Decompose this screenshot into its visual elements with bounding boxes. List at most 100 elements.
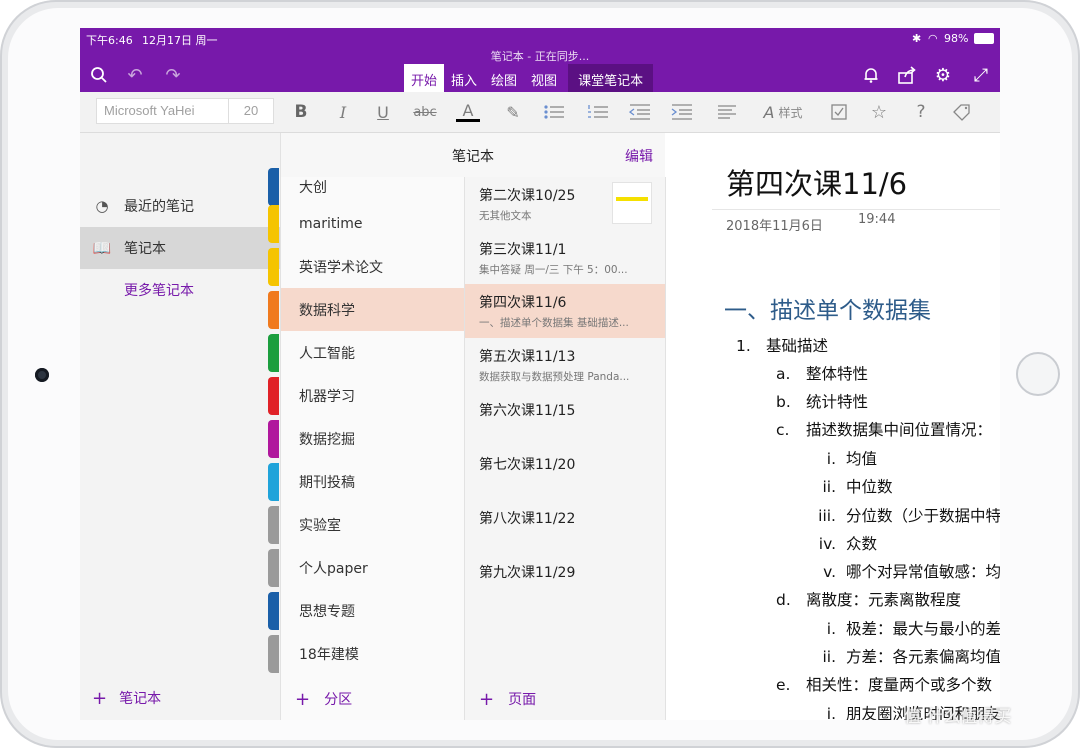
note-date: 2018年11月6日 [726, 219, 823, 234]
question-icon[interactable]: ? [910, 100, 932, 124]
font-size-field[interactable]: 20 [228, 98, 274, 124]
ribbon-toolbar: Microsoft YaHei 20 B I U abc A ✎ A 样式 ☆ … [80, 92, 1000, 133]
tab-home[interactable]: 开始 [404, 64, 445, 92]
numbered-list-icon[interactable] [586, 100, 610, 124]
page-item[interactable]: 第二次课10/25 无其他文本 [465, 177, 665, 231]
add-section-label: 分区 [324, 692, 353, 708]
plus-icon: + [295, 688, 311, 710]
nav-recent-notes[interactable]: ◔ 最近的笔记 [80, 185, 280, 227]
bluetooth-icon: ✱ [912, 32, 922, 45]
add-page-label: 页面 [508, 692, 537, 708]
add-notebook-button[interactable]: + 笔记本 [92, 678, 161, 718]
screen: 下午6:46 12月17日 周一 ✱ ◠ 98% 笔记本 - 正在同步... ↶… [80, 28, 1000, 720]
page-item[interactable]: 第三次课11/1 集中答疑 周一/三 下午 5：00... [465, 231, 665, 285]
page-preview: 数据获取与数据预处理 Panda... [479, 371, 630, 383]
edit-button[interactable]: 编辑 [625, 146, 653, 166]
styles-button[interactable]: A 样式 [756, 100, 810, 124]
tab-draw[interactable]: 绘图 [484, 64, 524, 92]
highlighter-icon[interactable]: ✎ [502, 100, 524, 124]
section-color-tab [268, 634, 279, 673]
title-divider [712, 209, 1000, 210]
nav-more-notebooks[interactable]: 更多笔记本 [80, 269, 280, 311]
add-page-button[interactable]: + 页面 [479, 679, 536, 719]
home-button[interactable] [1016, 352, 1060, 396]
bell-icon[interactable] [860, 64, 882, 86]
fullscreen-icon[interactable]: ⤢ [970, 64, 992, 86]
share-icon[interactable] [896, 64, 918, 86]
section-item[interactable]: 数据挖掘 [268, 417, 464, 460]
page-title: 第七次课11/20 [479, 457, 576, 473]
section-item[interactable]: 实验室 [268, 503, 464, 546]
font-color-button[interactable]: A [456, 100, 480, 124]
note-time: 19:44 [858, 212, 896, 227]
section-item-selected[interactable]: 数据科学 [268, 288, 464, 331]
outline-item: v. 哪个对异常值敏感：均 [823, 563, 1000, 581]
section-color-tab [268, 419, 279, 458]
page-item[interactable]: 第六次课11/15 [465, 392, 665, 446]
section-item[interactable]: 个人paper [268, 546, 464, 589]
gear-icon[interactable]: ⚙ [932, 64, 954, 86]
section-item[interactable]: 思想专题 [268, 589, 464, 632]
status-time: 下午6:46 [86, 34, 133, 47]
section-color-tab [268, 376, 279, 415]
checkbox-tag-icon[interactable] [828, 100, 850, 124]
outline-item: ii. 中位数 [822, 478, 893, 496]
note-canvas[interactable]: 第四次课11/6 2018年11月6日 19:44 一、描述单个数据集 1. 基础… [666, 133, 1000, 720]
font-color-swatch [456, 118, 480, 122]
ribbon-tabs: 开始 插入 绘图 视图 课堂笔记本 [404, 64, 654, 92]
indent-icon[interactable] [670, 100, 694, 124]
outline-item: i. 极差：最大与最小的差 [826, 620, 1000, 638]
strikethrough-button[interactable]: abc [410, 100, 440, 124]
section-item[interactable]: 机器学习 [268, 374, 464, 417]
add-section-button[interactable]: + 分区 [295, 679, 352, 719]
page-item[interactable]: 第八次课11/22 [465, 500, 665, 554]
undo-icon[interactable]: ↶ [124, 64, 146, 86]
tab-view[interactable]: 视图 [524, 64, 564, 92]
page-item[interactable]: 第五次课11/13 数据获取与数据预处理 Panda... [465, 338, 665, 392]
section-item[interactable]: 18年建模 [268, 632, 464, 675]
underline-button[interactable]: U [372, 100, 394, 124]
tab-insert[interactable]: 插入 [444, 64, 484, 92]
page-preview: 一、描述单个数据集 基础描述... [479, 317, 629, 329]
section-item[interactable]: 期刊投稿 [268, 460, 464, 503]
page-item[interactable]: 第九次课11/29 [465, 554, 665, 608]
font-name-field[interactable]: Microsoft YaHei [96, 98, 229, 124]
search-icon[interactable] [88, 64, 110, 86]
outline-item: a. 整体特性 [776, 365, 869, 383]
section-color-tab [268, 167, 279, 206]
section-item[interactable]: maritime [268, 202, 464, 245]
page-item-selected[interactable]: 第四次课11/6 一、描述单个数据集 基础描述... [465, 284, 665, 338]
align-icon[interactable] [716, 100, 738, 124]
tab-class-notebook[interactable]: 课堂笔记本 [568, 64, 654, 92]
section-color-tab [268, 204, 279, 243]
bullet-list-icon[interactable] [542, 100, 566, 124]
outdent-icon[interactable] [628, 100, 652, 124]
note-title[interactable]: 第四次课11/6 [726, 161, 907, 203]
star-icon[interactable]: ☆ [868, 100, 890, 124]
outline-item: d. 离散度：元素离散程度 [776, 591, 962, 609]
sections-list: 大创 maritime 英语学术论文 数据科学 人工智能 机器学习 数据挖掘 期… [268, 167, 465, 720]
bold-button[interactable]: B [290, 100, 312, 124]
styles-icon: A [763, 102, 775, 122]
section-color-tab [268, 290, 279, 329]
page-item[interactable]: 第七次课11/20 [465, 446, 665, 500]
nav-notebooks[interactable]: 📖 笔记本 [80, 227, 280, 269]
outline-item: iii. 分位数（少于数据中特 [818, 507, 1000, 525]
page-title: 第六次课11/15 [479, 403, 576, 419]
nav-recent-label: 最近的笔记 [124, 199, 194, 215]
status-date: 12月17日 周一 [142, 34, 218, 47]
section-color-tab [268, 333, 279, 372]
battery-icon [974, 33, 994, 47]
outline-item: 1. 基础描述 [736, 337, 829, 355]
section-item[interactable]: 英语学术论文 [268, 245, 464, 288]
outline-item: i. 均值 [826, 450, 878, 468]
section-item[interactable]: 人工智能 [268, 331, 464, 374]
page-title: 第二次课10/25 [479, 188, 576, 204]
section-color-tab [268, 505, 279, 544]
font-color-letter: A [462, 100, 474, 120]
redo-icon[interactable]: ↷ [162, 64, 184, 86]
add-notebook-label: 笔记本 [119, 691, 162, 707]
outline-item: ii. 方差：各元素偏离均值 [822, 648, 1000, 666]
tag-icon[interactable] [950, 100, 974, 124]
italic-button[interactable]: I [332, 100, 354, 124]
